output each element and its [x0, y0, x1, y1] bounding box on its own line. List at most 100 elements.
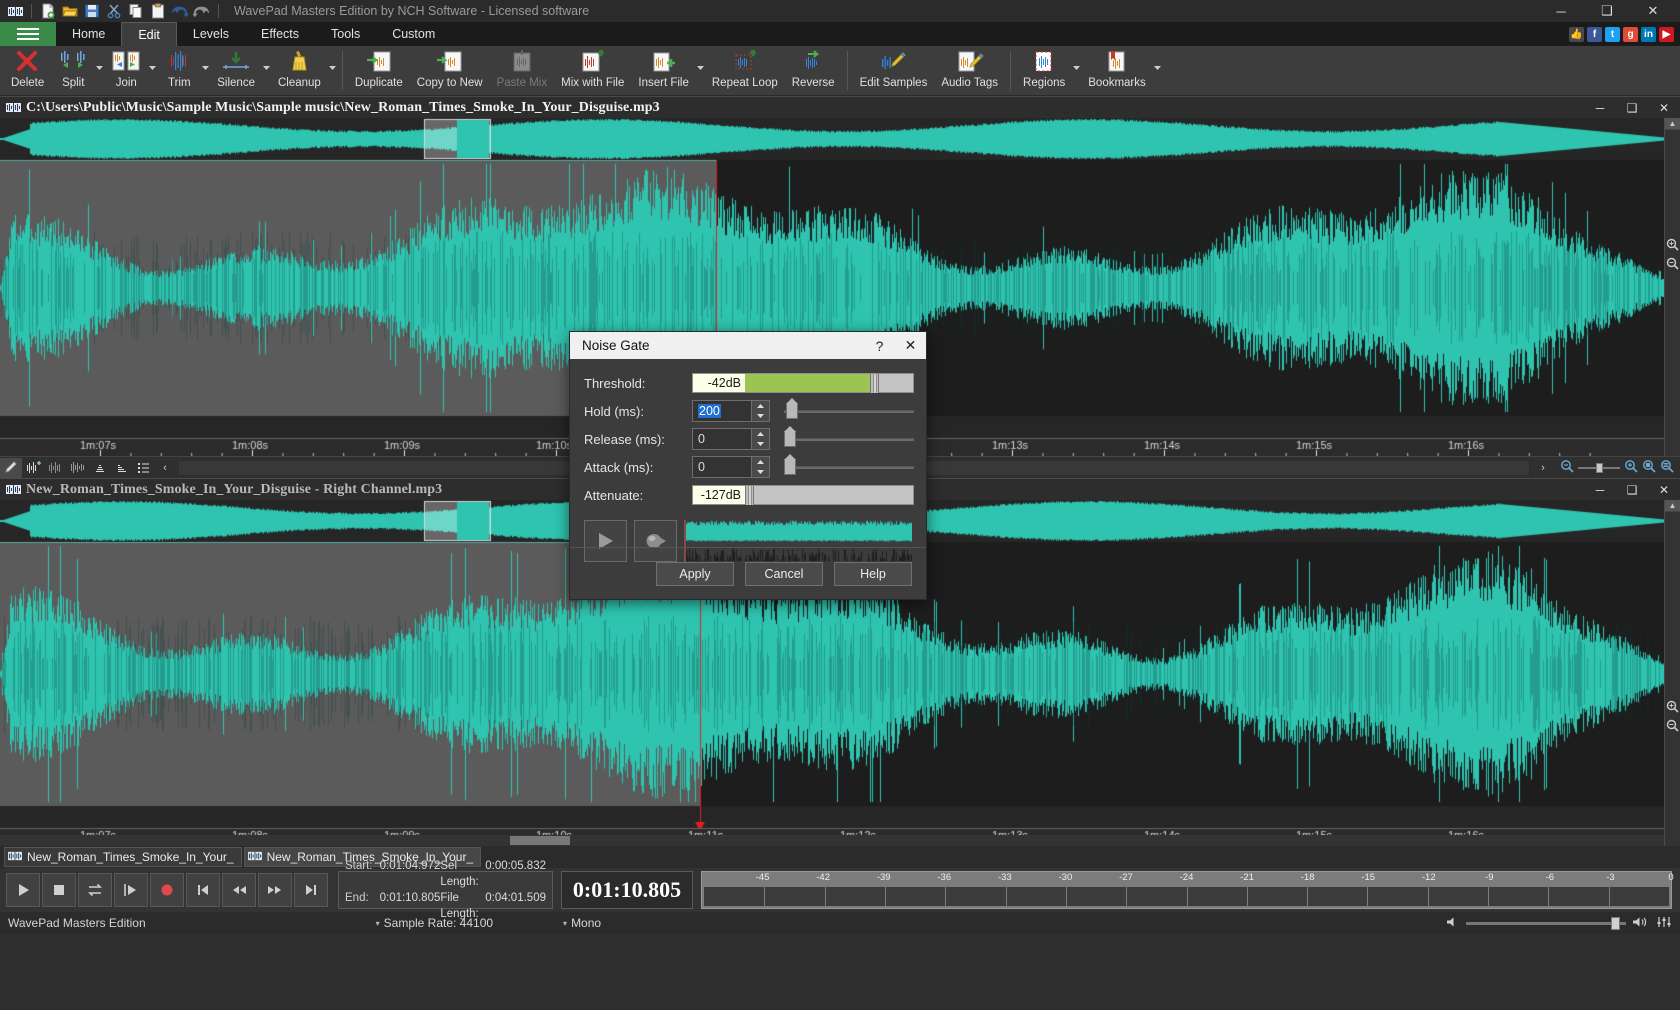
hold-spin-up[interactable]: [752, 401, 769, 411]
main-menu-button[interactable]: [0, 22, 56, 46]
chevron-down-icon[interactable]: [1072, 60, 1081, 69]
hold-spinner[interactable]: 200: [692, 400, 770, 422]
tab-edit[interactable]: Edit: [121, 22, 177, 46]
ribbon-silence-button[interactable]: Silence: [210, 46, 271, 95]
zoom-selection-icon[interactable]: [1642, 459, 1656, 476]
ribbon-repeat-loop-button[interactable]: Repeat Loop: [705, 46, 785, 95]
speaker-low-icon[interactable]: [1446, 916, 1460, 931]
tab-tools[interactable]: Tools: [315, 22, 376, 46]
pane-close-bottom[interactable]: ✕: [1648, 479, 1680, 500]
close-button[interactable]: ✕: [1630, 0, 1676, 22]
ribbon-bookmarks-button[interactable]: Bookmarks: [1081, 46, 1162, 95]
release-slider-thumb[interactable]: [784, 431, 796, 447]
facebook-icon[interactable]: f: [1587, 27, 1602, 42]
chevron-down-icon[interactable]: [696, 60, 705, 69]
pane-close-top[interactable]: ✕: [1648, 97, 1680, 118]
waveform-add-icon[interactable]: [22, 458, 44, 478]
release-spin-up[interactable]: [752, 429, 769, 439]
chevron-down-icon[interactable]: [95, 60, 104, 69]
release-slider[interactable]: [784, 429, 914, 449]
record-button[interactable]: [150, 873, 184, 907]
pane-minimize-bottom[interactable]: ─: [1584, 479, 1616, 500]
sample-rate-item[interactable]: ▾ Sample Rate: 44100: [376, 916, 493, 930]
scrollbar-thumb-bottom[interactable]: [510, 836, 570, 845]
play-button[interactable]: [6, 873, 40, 907]
ribbon-audio-tags-button[interactable]: Audio Tags: [934, 46, 1005, 95]
forward-button[interactable]: [258, 873, 292, 907]
ribbon-copy-to-new-button[interactable]: Copy to New: [410, 46, 490, 95]
waveform-grey-icon[interactable]: [44, 458, 66, 478]
help-button[interactable]: Help: [834, 562, 912, 586]
twitter-icon[interactable]: t: [1605, 27, 1620, 42]
apply-button[interactable]: Apply: [656, 562, 734, 586]
hold-input[interactable]: 200: [692, 400, 752, 422]
chevron-down-icon[interactable]: [328, 60, 337, 69]
google-plus-icon[interactable]: g: [1623, 27, 1638, 42]
chevron-down-icon[interactable]: [1153, 60, 1162, 69]
save-icon[interactable]: [81, 1, 103, 21]
horizontal-scrollbar-bottom[interactable]: [0, 835, 1664, 846]
equalizer-icon[interactable]: [1656, 916, 1672, 931]
scroll-up-arrow-bottom[interactable]: ▲: [1665, 500, 1680, 512]
attenuate-grip[interactable]: [745, 486, 754, 505]
ribbon-duplicate-button[interactable]: Duplicate: [348, 46, 410, 95]
cut-icon[interactable]: [103, 1, 125, 21]
threshold-grip[interactable]: [870, 374, 879, 393]
release-input[interactable]: 0: [692, 428, 752, 450]
loop-button[interactable]: [78, 873, 112, 907]
cancel-button[interactable]: Cancel: [745, 562, 823, 586]
ribbon-trim-button[interactable]: Trim: [157, 46, 210, 95]
play-selection-button[interactable]: [114, 873, 148, 907]
attack-spin-down[interactable]: [752, 467, 769, 477]
chevron-down-icon[interactable]: [262, 60, 271, 69]
vertical-scrollbar-top[interactable]: ▲: [1664, 118, 1680, 456]
zoom-all-icon[interactable]: [1660, 459, 1674, 476]
list-icon[interactable]: [132, 458, 154, 478]
zoom-in-icon-side-bottom[interactable]: [1666, 700, 1679, 716]
copy-icon[interactable]: [125, 1, 147, 21]
redo-icon[interactable]: [191, 1, 213, 21]
release-spin-down[interactable]: [752, 439, 769, 449]
zoom-in-icon-side[interactable]: [1666, 238, 1679, 254]
stop-button[interactable]: [42, 873, 76, 907]
dialog-help-button[interactable]: ?: [864, 332, 895, 359]
tab-custom[interactable]: Custom: [376, 22, 451, 46]
pane-maximize-bottom[interactable]: ❑: [1616, 479, 1648, 500]
noise-gate-dialog[interactable]: Noise Gate ? ✕ Threshold: -42dB Hold (ms…: [569, 331, 927, 600]
ribbon-split-button[interactable]: Split: [51, 46, 104, 95]
undo-icon[interactable]: [169, 1, 191, 21]
release-spin-buttons[interactable]: [752, 428, 770, 450]
zoom-out-icon-side[interactable]: [1666, 257, 1679, 273]
new-file-icon[interactable]: [37, 1, 59, 21]
speaker-high-icon[interactable]: [1632, 916, 1650, 931]
skip-start-button[interactable]: [186, 873, 220, 907]
pencil-icon[interactable]: [0, 458, 22, 478]
paste-icon[interactable]: [147, 1, 169, 21]
scroll-right-button[interactable]: ›: [1532, 458, 1554, 478]
hold-slider-thumb[interactable]: [786, 403, 798, 419]
dialog-close-button[interactable]: ✕: [895, 332, 926, 359]
youtube-icon[interactable]: ▶: [1659, 27, 1674, 42]
fade-down-icon[interactable]: [110, 458, 132, 478]
fade-up-icon[interactable]: [88, 458, 110, 478]
attack-input[interactable]: 0: [692, 456, 752, 478]
open-folder-icon[interactable]: [59, 1, 81, 21]
zoom-out-icon[interactable]: [1560, 459, 1574, 476]
tab-levels[interactable]: Levels: [177, 22, 245, 46]
ribbon-edit-samples-button[interactable]: Edit Samples: [853, 46, 935, 95]
hold-spin-down[interactable]: [752, 411, 769, 421]
vertical-scrollbar-bottom[interactable]: ▲: [1664, 500, 1680, 846]
linkedin-icon[interactable]: in: [1641, 27, 1656, 42]
attack-spin-up[interactable]: [752, 457, 769, 467]
minimize-button[interactable]: ─: [1538, 0, 1584, 22]
ribbon-cleanup-button[interactable]: Cleanup: [271, 46, 337, 95]
attack-slider[interactable]: [784, 457, 914, 477]
ribbon-mix-with-file-button[interactable]: Mix with File: [554, 46, 631, 95]
attack-slider-thumb[interactable]: [784, 459, 796, 475]
tab-effects[interactable]: Effects: [245, 22, 315, 46]
rewind-button[interactable]: [222, 873, 256, 907]
attack-spin-buttons[interactable]: [752, 456, 770, 478]
hold-slider[interactable]: [784, 401, 914, 421]
file-tab-0[interactable]: New_Roman_Times_Smoke_In_Your_: [4, 847, 242, 867]
scroll-up-arrow-top[interactable]: ▲: [1665, 118, 1680, 130]
